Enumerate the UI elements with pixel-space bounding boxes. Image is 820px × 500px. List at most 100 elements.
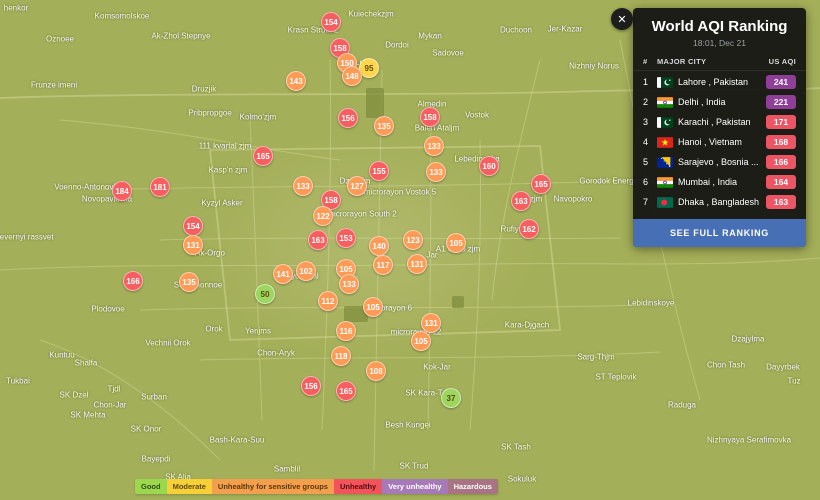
aqi-station-marker[interactable]: 50	[255, 284, 275, 304]
ranking-row[interactable]: 2Delhi , India221	[633, 92, 806, 112]
aqi-station-marker[interactable]: 184	[112, 181, 132, 201]
aqi-station-marker[interactable]: 133	[426, 162, 446, 182]
flag-icon-vn: ★	[657, 137, 673, 148]
ranking-row[interactable]: 1Lahore , Pakistan241	[633, 72, 806, 92]
map-place-label: Lebidinskoye	[628, 299, 675, 308]
aqi-station-marker[interactable]: 162	[519, 219, 539, 239]
city-name: Dhaka , Bangladesh	[678, 197, 766, 207]
map-place-label: henkor	[4, 4, 28, 13]
ranking-row[interactable]: 4★Hanoi , Vietnam168	[633, 132, 806, 152]
flag-icon-bd	[657, 197, 673, 208]
map-place-label: Besh Kungei	[385, 421, 430, 430]
map-place-label: Mykan	[418, 32, 442, 41]
flag-icon-in	[657, 177, 673, 188]
aqi-badge: 164	[766, 175, 796, 189]
map-place-label: microrayon South 2	[327, 210, 396, 219]
rank-number: 7	[643, 197, 657, 207]
aqi-station-marker[interactable]: 105	[446, 233, 466, 253]
ranking-row[interactable]: 6Mumbai , India164	[633, 172, 806, 192]
see-full-ranking-button[interactable]: SEE FULL RANKING	[633, 219, 806, 247]
aqi-badge: 241	[766, 75, 796, 89]
aqi-station-marker[interactable]: 123	[403, 230, 423, 250]
ranking-row[interactable]: 3Karachi , Pakistan171	[633, 112, 806, 132]
world-aqi-ranking-panel: World AQI Ranking 18:01, Dec 21 # MAJOR …	[633, 8, 806, 247]
aqi-station-marker[interactable]: 163	[308, 230, 328, 250]
map-place-label: Dordoi	[385, 41, 409, 50]
city-name: Sarajevo , Bosnia ...	[678, 157, 766, 167]
aqi-station-marker[interactable]: 102	[296, 261, 316, 281]
ranking-row[interactable]: 5Sarajevo , Bosnia ...166	[633, 152, 806, 172]
aqi-station-marker[interactable]: 143	[286, 71, 306, 91]
aqi-map[interactable]: henkorKomsomolskoeOznoeeAk-Zhol StepnyeK…	[0, 0, 820, 500]
aqi-station-marker[interactable]: 105	[363, 297, 383, 317]
map-place-label: Oznoee	[46, 35, 74, 44]
flag-icon-in	[657, 97, 673, 108]
rank-column-header: #	[643, 57, 657, 66]
aqi-station-marker[interactable]: 118	[331, 346, 351, 366]
aqi-station-marker[interactable]: 156	[338, 108, 358, 128]
aqi-station-marker[interactable]: 116	[336, 321, 356, 341]
aqi-station-marker[interactable]: 165	[531, 174, 551, 194]
aqi-station-marker[interactable]: 95	[359, 58, 379, 78]
aqi-station-marker[interactable]: 131	[183, 235, 203, 255]
map-place-label: Raduga	[668, 401, 696, 410]
map-place-label: Dzajylma	[732, 335, 765, 344]
rank-number: 6	[643, 177, 657, 187]
aqi-station-marker[interactable]: 155	[369, 161, 389, 181]
aqi-station-marker[interactable]: 37	[441, 388, 461, 408]
aqi-station-marker[interactable]: 154	[183, 216, 203, 236]
aqi-station-marker[interactable]: 117	[373, 255, 393, 275]
map-place-label: Kara-Djgach	[505, 321, 549, 330]
rank-number: 1	[643, 77, 657, 87]
aqi-station-marker[interactable]: 165	[253, 146, 273, 166]
map-place-label: Kuiechekzjm	[348, 10, 393, 19]
map-place-label: Yenjms	[245, 327, 271, 336]
aqi-station-marker[interactable]: 105	[411, 331, 431, 351]
aqi-station-marker[interactable]: 133	[424, 136, 444, 156]
aqi-station-marker[interactable]: 160	[479, 156, 499, 176]
ranking-row[interactable]: 7Dhaka , Bangladesh163	[633, 192, 806, 212]
aqi-station-marker[interactable]: 163	[511, 191, 531, 211]
map-place-label: ST Teplovik	[595, 373, 636, 382]
svg-text:★: ★	[661, 137, 669, 147]
map-place-label: Dayyrbek	[766, 363, 800, 372]
map-place-label: Nizhnyaya Serafimovka	[707, 436, 791, 445]
map-place-label: SK Onor	[131, 425, 162, 434]
aqi-badge: 168	[766, 135, 796, 149]
aqi-station-marker[interactable]: 158	[420, 107, 440, 127]
map-place-label: Navopokro	[554, 195, 593, 204]
aqi-station-marker[interactable]: 141	[273, 264, 293, 284]
close-panel-button[interactable]: ✕	[611, 8, 633, 30]
map-place-label: SK Dzel	[60, 391, 89, 400]
aqi-station-marker[interactable]: 166	[123, 271, 143, 291]
aqi-station-marker[interactable]: 181	[150, 177, 170, 197]
aqi-station-marker[interactable]: 122	[313, 206, 333, 226]
aqi-station-marker[interactable]: 108	[366, 361, 386, 381]
aqi-station-marker[interactable]: 153	[336, 228, 356, 248]
aqi-station-marker[interactable]: 148	[342, 66, 362, 86]
aqi-station-marker[interactable]: 131	[421, 313, 441, 333]
panel-timestamp: 18:01, Dec 21	[633, 38, 806, 48]
rank-number: 5	[643, 157, 657, 167]
aqi-station-marker[interactable]: 131	[407, 254, 427, 274]
legend-item: Unhealthy for sensitive groups	[212, 479, 334, 494]
aqi-station-marker[interactable]: 154	[321, 12, 341, 32]
park-area	[366, 88, 384, 118]
aqi-station-marker[interactable]: 135	[374, 116, 394, 136]
map-place-label: Orok	[205, 325, 222, 334]
aqi-station-marker[interactable]: 140	[369, 236, 389, 256]
aqi-station-marker[interactable]: 133	[293, 176, 313, 196]
aqi-station-marker[interactable]: 133	[339, 274, 359, 294]
city-name: Delhi , India	[678, 97, 766, 107]
map-place-label: Jar	[426, 251, 437, 260]
legend-item: Moderate	[167, 479, 212, 494]
city-name: Hanoi , Vietnam	[678, 137, 766, 147]
aqi-station-marker[interactable]: 127	[347, 176, 367, 196]
map-place-label: Chon-Aryk	[257, 349, 295, 358]
aqi-station-marker[interactable]: 156	[301, 376, 321, 396]
aqi-station-marker[interactable]: 135	[179, 272, 199, 292]
aqi-station-marker[interactable]: 112	[318, 291, 338, 311]
city-column-header: MAJOR CITY	[657, 57, 769, 66]
aqi-station-marker[interactable]: 165	[336, 381, 356, 401]
ranking-header: # MAJOR CITY US AQI	[633, 55, 806, 71]
